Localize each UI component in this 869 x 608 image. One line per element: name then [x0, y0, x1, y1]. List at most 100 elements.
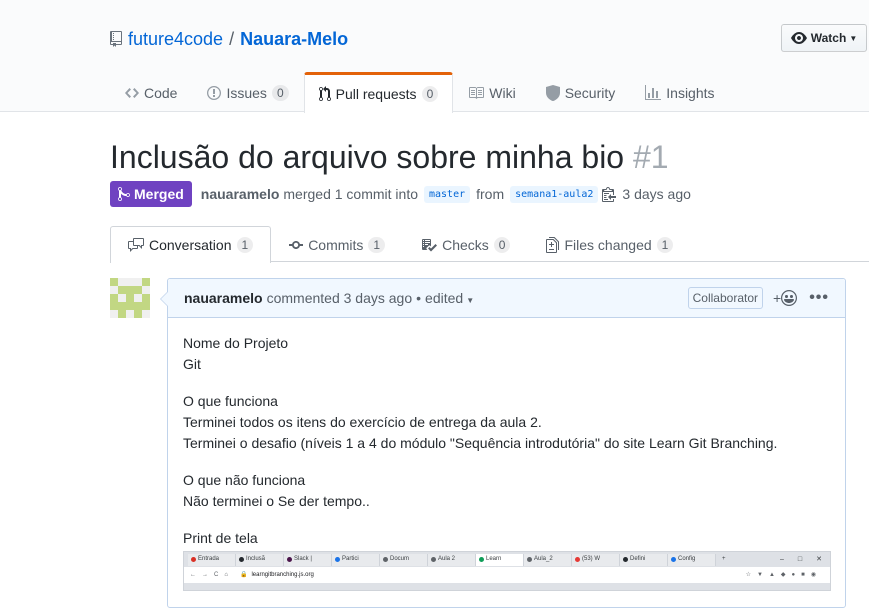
pr-tabnav: Conversation 1 Commits 1 Checks 0 Files … [110, 226, 869, 263]
favicon-icon [671, 557, 676, 562]
smiley-icon [781, 290, 798, 306]
tab-insights[interactable]: Insights [630, 72, 729, 112]
shot-tab-label: Defini [630, 556, 646, 562]
screenshot-heading: Print de tela [183, 530, 258, 546]
favicon-icon [431, 557, 436, 562]
favicon-icon [575, 557, 580, 562]
edited-dropdown[interactable]: edited ▼ [425, 290, 474, 306]
tab-issues[interactable]: Issues 0 [192, 72, 303, 112]
paragraph-project: Nome do Projeto Git [183, 333, 830, 375]
shot-tab-label: Aula_2 [534, 556, 553, 562]
chevron-down-icon: ▼ [466, 296, 475, 305]
comment-box: nauaramelo commented 3 days ago • edited… [160, 278, 846, 608]
shot-tab: Config [668, 553, 716, 566]
favicon-icon [287, 557, 292, 562]
repo-name-link[interactable]: Nauara-Melo [240, 29, 348, 50]
comment-author-link[interactable]: nauaramelo [184, 290, 263, 306]
merged-text: merged 1 commit into [283, 186, 418, 202]
project-name: Git [183, 356, 201, 372]
diff-icon [546, 237, 560, 253]
shot-tab-label: Docum [390, 556, 410, 562]
comment-actions-kebab-icon[interactable]: ••• [809, 289, 829, 307]
favicon-icon [623, 557, 628, 562]
tab-checks[interactable]: Checks 0 [403, 226, 528, 263]
not-works-line-1: Não terminei o Se der tempo.. [183, 493, 370, 509]
merged-state-badge: Merged [110, 181, 192, 207]
tab-pull-requests[interactable]: Pull requests 0 [303, 72, 454, 113]
add-reaction-button[interactable]: + [773, 290, 798, 306]
shot-tab: Partici [332, 553, 380, 566]
files-changed-counter: 1 [656, 237, 674, 253]
nav-arrows-icon: ←→C⌂ [190, 571, 234, 578]
paragraph-screenshot: Print de tela [183, 528, 830, 549]
pr-meta: Merged nauaramelo merged 1 commit into m… [110, 181, 691, 207]
shot-tab: Defini [620, 553, 668, 566]
shot-tab: Docum [380, 553, 428, 566]
tab-checks-label: Checks [442, 237, 489, 253]
avatar[interactable] [110, 278, 150, 318]
tab-files-changed-label: Files changed [564, 237, 652, 253]
commits-counter: 1 [368, 237, 386, 253]
watch-label: Watch [810, 31, 847, 45]
tab-wiki[interactable]: Wiki [453, 72, 530, 112]
shield-icon [545, 84, 560, 101]
issue-icon [207, 85, 222, 101]
tab-issues-label: Issues [226, 84, 267, 101]
tab-security[interactable]: Security [531, 72, 631, 112]
comment-header: nauaramelo commented 3 days ago • edited… [168, 279, 845, 318]
shot-tab: (53) W [572, 553, 620, 566]
tab-files-changed[interactable]: Files changed 1 [528, 226, 691, 263]
repo-icon [110, 31, 124, 47]
shot-tab: Aula_2 [524, 553, 572, 566]
repo-separator: / [229, 28, 235, 49]
lock-icon: 🔒 [239, 571, 248, 578]
paragraph-works: O que funciona Terminei todos os itens d… [183, 391, 830, 454]
graph-icon [645, 84, 662, 101]
repo-header: future4code / Nauara-Melo Watch ▼ Code I… [0, 0, 869, 113]
project-heading: Nome do Projeto [183, 335, 289, 351]
tab-wiki-label: Wiki [489, 84, 516, 101]
clippy-icon[interactable] [602, 186, 617, 202]
pr-number: #1 [632, 139, 669, 175]
watch-button[interactable]: Watch ▼ [781, 24, 867, 52]
favicon-icon [383, 557, 388, 562]
eye-icon [790, 30, 807, 46]
pull-requests-counter: 0 [421, 86, 439, 102]
collaborator-badge: Collaborator [687, 287, 763, 309]
comment-dot: • [416, 290, 422, 306]
pr-tabs: Conversation 1 Commits 1 Checks 0 Files … [110, 226, 869, 263]
pr-time: 3 days ago [622, 186, 691, 202]
chevron-down-icon: ▼ [849, 33, 858, 43]
head-branch[interactable]: semana1-aula2 [510, 185, 599, 203]
works-line-1: Terminei todos os itens do exercício de … [183, 414, 542, 430]
base-branch[interactable]: master [424, 185, 471, 203]
not-works-heading: O que não funciona [183, 472, 306, 488]
conversation-counter: 1 [236, 237, 254, 253]
favicon-icon [191, 557, 196, 562]
pr-title-text: Inclusão do arquivo sobre minha bio [110, 139, 625, 175]
favicon-icon [239, 557, 244, 562]
comment-meta[interactable]: commented 3 days ago [267, 290, 413, 306]
repo-title: future4code / Nauara-Melo [110, 27, 348, 51]
comment-body: Nome do Projeto Git O que funciona Termi… [168, 318, 845, 606]
from-text: from [476, 186, 505, 202]
favicon-icon [335, 557, 340, 562]
extension-icons: ☆▼▲◆●■◉ [745, 571, 822, 578]
tab-commits[interactable]: Commits 1 [271, 226, 403, 263]
repo-owner-link[interactable]: future4code [128, 29, 223, 50]
issues-counter: 0 [271, 84, 289, 101]
tab-conversation[interactable]: Conversation 1 [110, 226, 272, 263]
tab-code[interactable]: Code [110, 72, 192, 112]
comment-discussion-icon [128, 237, 144, 253]
favicon-icon [479, 557, 484, 562]
book-icon [468, 85, 485, 101]
embedded-screenshot-image[interactable]: Entrada Inclusã Slack | Partici Docum Au… [183, 551, 831, 591]
tab-commits-label: Commits [308, 237, 364, 253]
screenshot-url: learngitbranching.js.org [251, 571, 314, 578]
tab-insights-label: Insights [666, 84, 715, 101]
pr-author-link[interactable]: nauaramelo [201, 186, 280, 202]
code-icon [125, 85, 139, 101]
favicon-icon [527, 557, 532, 562]
shot-tab-label: (53) W [582, 556, 600, 562]
shot-tab-label: Learn [486, 556, 502, 562]
